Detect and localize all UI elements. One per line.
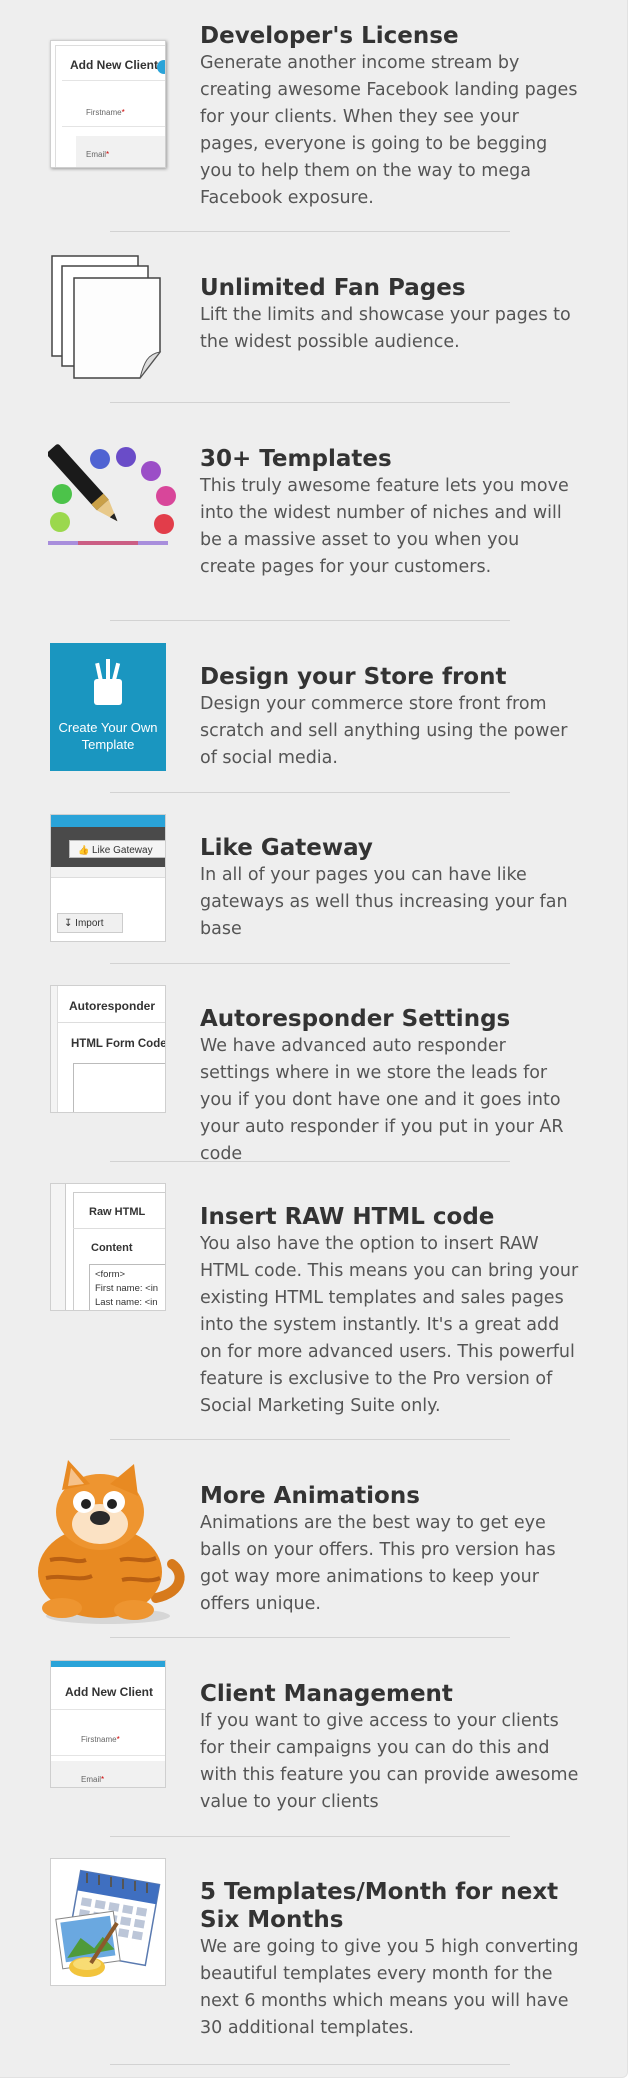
feature-text: 30+ Templates This truly awesome feature… [200, 445, 580, 581]
feature-title: More Animations [200, 1483, 420, 1509]
feature-title: Insert RAW HTML code [200, 1204, 495, 1230]
divider [110, 963, 510, 964]
feature-description: Design your commerce store front from sc… [200, 694, 568, 768]
feature-description: Generate another income stream by creati… [200, 53, 578, 208]
feature-title: 5 Templates/Month for next Six Months [200, 1879, 559, 1933]
divider [110, 2064, 510, 2065]
feature-text: 5 Templates/Month for next Six Months We… [200, 1878, 580, 2042]
feature-text: Insert RAW HTML code You also have the o… [200, 1203, 580, 1420]
like-gateway-icon: 👍 Like Gateway ↧ Import [50, 814, 166, 942]
like-gateway-button: 👍 Like Gateway [69, 840, 165, 858]
features-panel: Add New Client Firstname* Email* Develop… [0, 0, 628, 2078]
feature-text: Unlimited Fan Pages Lift the limits and … [200, 274, 580, 356]
feature-text: Client Management If you want to give ac… [200, 1680, 580, 1816]
feature-text: Design your Store front Design your comm… [200, 663, 580, 772]
feature-description: We have advanced auto responder settings… [200, 1036, 564, 1164]
feature-title: Developer's License [200, 23, 459, 49]
stacked-pages-icon [50, 254, 166, 382]
feature-description: We are going to give you 5 high converti… [200, 1937, 579, 2038]
autoresponder-icon: Autoresponder HTML Form Code [50, 985, 166, 1113]
feature-title: Unlimited Fan Pages [200, 275, 466, 301]
divider [110, 231, 510, 232]
client-management-icon: Add New Client Firstname* Email* [50, 1660, 166, 1788]
feature-title: Design your Store front [200, 664, 507, 690]
client-form-icon: Add New Client Firstname* Email* [50, 40, 166, 168]
feature-text: Like Gateway In all of your pages you ca… [200, 834, 580, 943]
divider [110, 1161, 510, 1162]
feature-description: You also have the option to insert RAW H… [200, 1234, 579, 1416]
feature-description: In all of your pages you can have like g… [200, 865, 568, 939]
feature-description: This truly awesome feature lets you move… [200, 476, 569, 577]
feature-description: Lift the limits and showcase your pages … [200, 305, 571, 352]
feature-text: Autoresponder Settings We have advanced … [200, 1005, 580, 1168]
feature-text: More Animations Animations are the best … [200, 1482, 580, 1618]
divider [110, 792, 510, 793]
cat-mascot-icon [16, 1460, 186, 1626]
divider [110, 402, 510, 403]
create-template-icon: Create Your Own Template [50, 643, 166, 771]
feature-title: Like Gateway [200, 835, 373, 861]
feature-text: Developer's License Generate another inc… [200, 22, 580, 212]
import-button: ↧ Import [57, 913, 123, 933]
feature-description: If you want to give access to your clien… [200, 1711, 579, 1812]
feature-title: 30+ Templates [200, 446, 392, 472]
feature-description: Animations are the best way to get eye b… [200, 1513, 556, 1614]
raw-html-icon: Raw HTML Content <form> First name: <in … [50, 1183, 166, 1311]
divider [110, 1439, 510, 1440]
paint-palette-icon [48, 423, 178, 551]
divider [110, 620, 510, 621]
calendar-icon [50, 1858, 166, 1986]
feature-title: Autoresponder Settings [200, 1006, 511, 1032]
divider [110, 1836, 510, 1837]
feature-title: Client Management [200, 1681, 453, 1707]
divider [110, 1637, 510, 1638]
